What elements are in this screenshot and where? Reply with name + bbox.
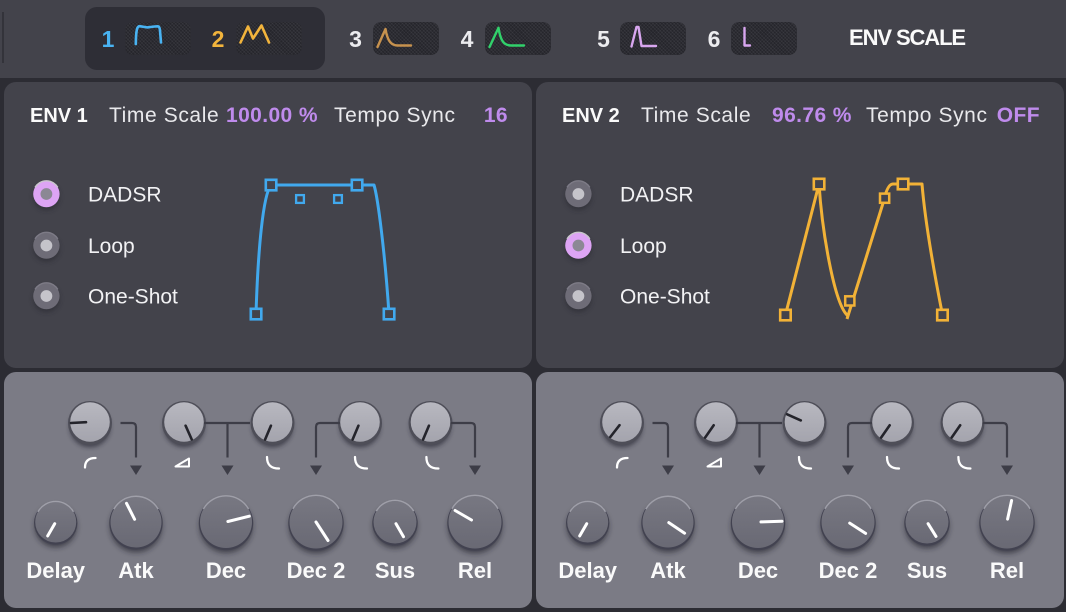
- svg-text:Sus: Sus: [375, 558, 415, 583]
- svg-text:One-Shot: One-Shot: [620, 286, 710, 309]
- svg-text:DADSR: DADSR: [620, 184, 694, 207]
- svg-text:Rel: Rel: [458, 558, 492, 583]
- svg-text:DADSR: DADSR: [88, 184, 162, 207]
- svg-text:Delay: Delay: [558, 558, 617, 583]
- svg-text:Dec: Dec: [206, 558, 246, 583]
- svg-text:Atk: Atk: [650, 558, 686, 583]
- svg-text:Rel: Rel: [990, 558, 1024, 583]
- svg-text:Dec 2: Dec 2: [287, 558, 346, 583]
- svg-text:Sus: Sus: [907, 558, 947, 583]
- svg-text:Dec: Dec: [738, 558, 778, 583]
- svg-text:Loop: Loop: [620, 235, 667, 258]
- svg-text:Delay: Delay: [26, 558, 85, 583]
- svg-text:One-Shot: One-Shot: [88, 286, 178, 309]
- svg-text:Dec 2: Dec 2: [819, 558, 878, 583]
- svg-text:Loop: Loop: [88, 235, 135, 258]
- svg-text:Atk: Atk: [118, 558, 154, 583]
